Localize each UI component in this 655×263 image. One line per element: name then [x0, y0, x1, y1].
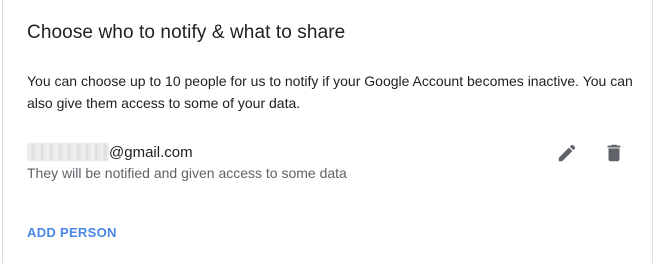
add-person-button[interactable]: ADD PERSON — [27, 225, 117, 240]
person-item: @gmail.com They will be notified and giv… — [27, 141, 627, 187]
section-title: Choose who to notify & what to share — [27, 22, 346, 43]
edit-person-button[interactable] — [553, 139, 581, 167]
email-domain: @gmail.com — [109, 143, 193, 161]
pencil-icon — [558, 144, 576, 162]
delete-person-button[interactable] — [600, 139, 628, 167]
trash-icon — [607, 144, 621, 162]
section-description: You can choose up to 10 people for us to… — [27, 73, 633, 111]
person-status: They will be notified and given access t… — [27, 165, 347, 181]
page: Choose who to notify & what to share You… — [0, 0, 655, 263]
notify-share-card: Choose who to notify & what to share You… — [2, 0, 653, 263]
person-email: @gmail.com — [27, 141, 193, 163]
redacted-email-username — [27, 143, 109, 161]
